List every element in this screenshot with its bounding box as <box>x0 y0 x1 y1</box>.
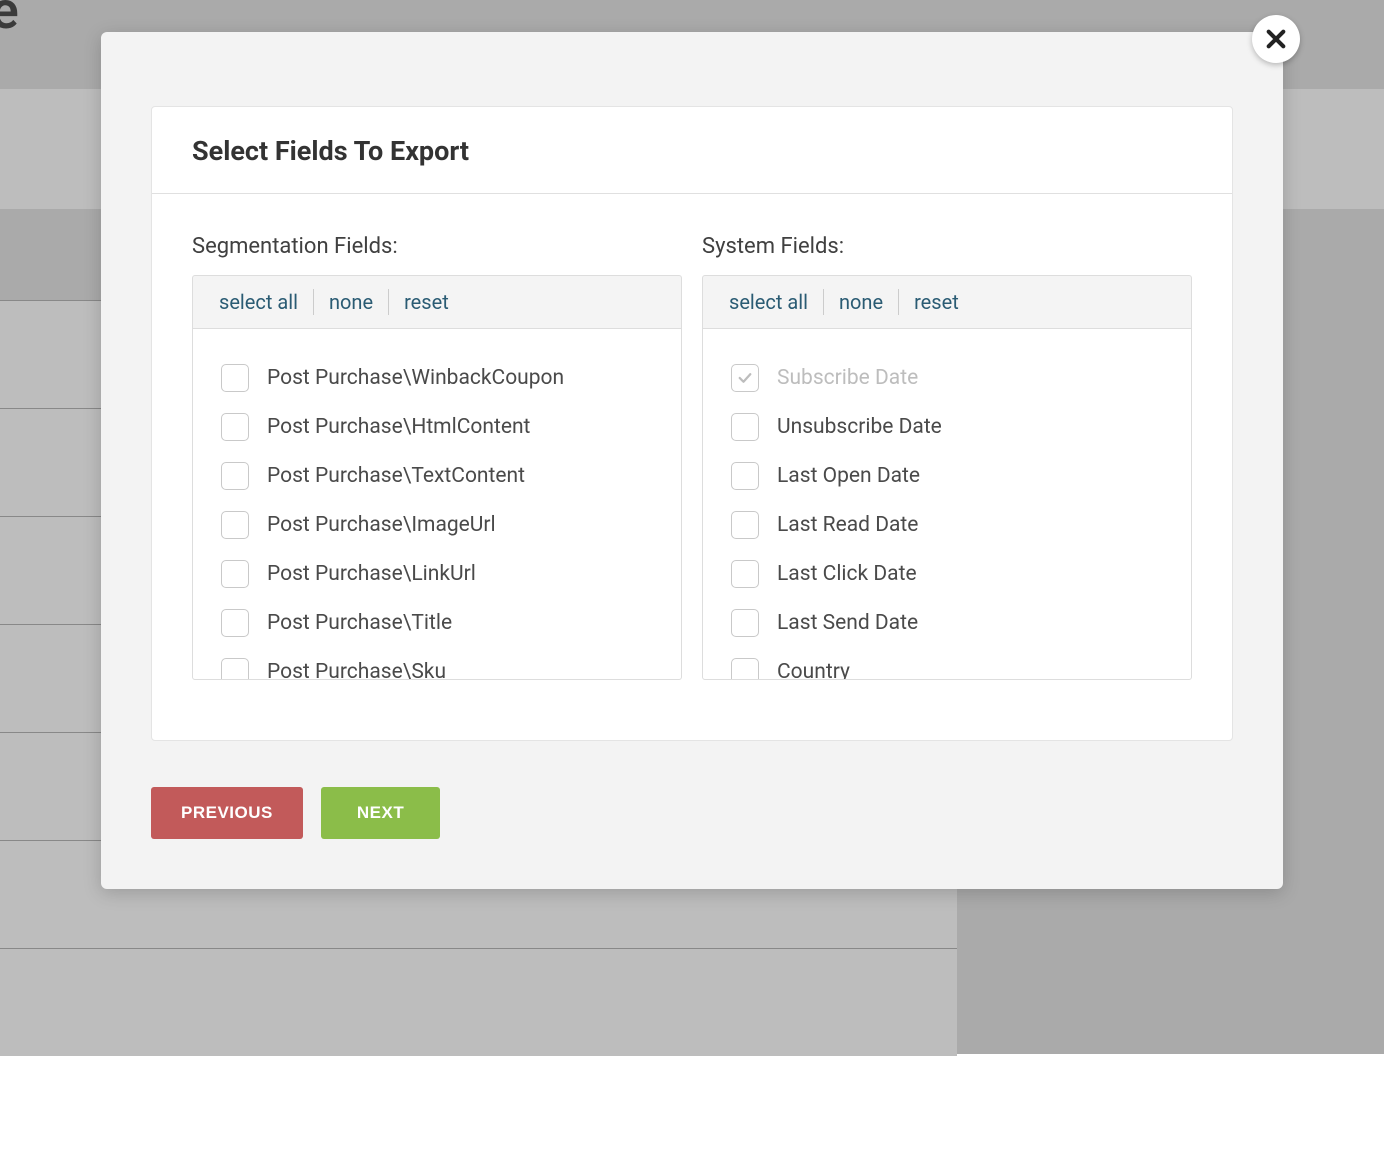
system-reset-button[interactable]: reset <box>899 292 974 312</box>
close-icon <box>1265 28 1287 50</box>
previous-button[interactable]: PREVIOUS <box>151 787 303 839</box>
system-field-label: Unsubscribe Date <box>777 415 942 439</box>
system-field-item: Subscribe Date <box>731 353 1163 402</box>
system-field-label: Last Click Date <box>777 562 917 586</box>
segmentation-field-checkbox[interactable] <box>221 364 249 392</box>
system-field-checkbox <box>731 364 759 392</box>
segmentation-field-label: Post Purchase\ImageUrl <box>267 513 496 537</box>
segmentation-field-label: Post Purchase\HtmlContent <box>267 415 530 439</box>
system-heading: System Fields: <box>702 234 1192 259</box>
modal-overlay: Select Fields To Export Segmentation Fie… <box>0 0 1384 1054</box>
system-toolbar: select all none reset <box>702 275 1192 328</box>
segmentation-heading: Segmentation Fields: <box>192 234 682 259</box>
system-field-item: Last Read Date <box>731 500 1163 549</box>
segmentation-field-item: Post Purchase\ImageUrl <box>221 500 653 549</box>
segmentation-select-all-button[interactable]: select all <box>219 292 313 312</box>
segmentation-field-item: Post Purchase\WinbackCoupon <box>221 353 653 402</box>
segmentation-field-item: Post Purchase\Sku <box>221 647 653 680</box>
segmentation-toolbar: select all none reset <box>192 275 682 328</box>
system-column: System Fields: select all none reset Sub… <box>702 234 1192 680</box>
segmentation-field-checkbox[interactable] <box>221 462 249 490</box>
system-field-item: Country <box>731 647 1163 680</box>
system-field-item: Unsubscribe Date <box>731 402 1163 451</box>
segmentation-field-checkbox[interactable] <box>221 511 249 539</box>
segmentation-field-checkbox[interactable] <box>221 609 249 637</box>
system-field-label: Country <box>777 660 850 681</box>
segmentation-field-checkbox[interactable] <box>221 658 249 681</box>
segmentation-field-item: Post Purchase\Title <box>221 598 653 647</box>
system-field-checkbox[interactable] <box>731 413 759 441</box>
system-field-checkbox[interactable] <box>731 560 759 588</box>
system-list: Subscribe Date Unsubscribe Date Last Open … <box>702 328 1192 680</box>
segmentation-field-label: Post Purchase\Sku <box>267 660 446 681</box>
system-field-checkbox[interactable] <box>731 658 759 681</box>
system-none-button[interactable]: none <box>824 292 898 312</box>
system-field-label: Last Open Date <box>777 464 920 488</box>
segmentation-none-button[interactable]: none <box>314 292 388 312</box>
modal-footer: PREVIOUS NEXT <box>151 787 1233 839</box>
next-button[interactable]: NEXT <box>321 787 440 839</box>
close-button[interactable] <box>1252 15 1300 63</box>
system-select-all-button[interactable]: select all <box>729 292 823 312</box>
export-fields-modal: Select Fields To Export Segmentation Fie… <box>101 32 1283 889</box>
segmentation-field-label: Post Purchase\WinbackCoupon <box>267 366 564 390</box>
select-fields-card: Select Fields To Export Segmentation Fie… <box>151 106 1233 741</box>
system-field-label: Last Read Date <box>777 513 918 537</box>
segmentation-field-label: Post Purchase\LinkUrl <box>267 562 476 586</box>
system-field-item: Last Click Date <box>731 549 1163 598</box>
system-field-item: Last Send Date <box>731 598 1163 647</box>
card-body: Segmentation Fields: select all none res… <box>152 194 1232 740</box>
system-field-checkbox[interactable] <box>731 511 759 539</box>
segmentation-field-label: Post Purchase\TextContent <box>267 464 525 488</box>
system-field-item: Last Open Date <box>731 451 1163 500</box>
segmentation-field-checkbox[interactable] <box>221 560 249 588</box>
segmentation-field-item: Post Purchase\LinkUrl <box>221 549 653 598</box>
segmentation-field-item: Post Purchase\HtmlContent <box>221 402 653 451</box>
segmentation-field-item: Post Purchase\TextContent <box>221 451 653 500</box>
segmentation-column: Segmentation Fields: select all none res… <box>192 234 682 680</box>
segmentation-field-label: Post Purchase\Title <box>267 611 452 635</box>
segmentation-reset-button[interactable]: reset <box>389 292 464 312</box>
system-field-checkbox[interactable] <box>731 609 759 637</box>
card-header: Select Fields To Export <box>152 107 1232 194</box>
segmentation-field-checkbox[interactable] <box>221 413 249 441</box>
segmentation-list: Post Purchase\WinbackCoupon Post Purchase… <box>192 328 682 680</box>
system-field-checkbox[interactable] <box>731 462 759 490</box>
system-field-label: Subscribe Date <box>777 366 918 390</box>
system-field-label: Last Send Date <box>777 611 918 635</box>
card-title: Select Fields To Export <box>192 135 1192 167</box>
